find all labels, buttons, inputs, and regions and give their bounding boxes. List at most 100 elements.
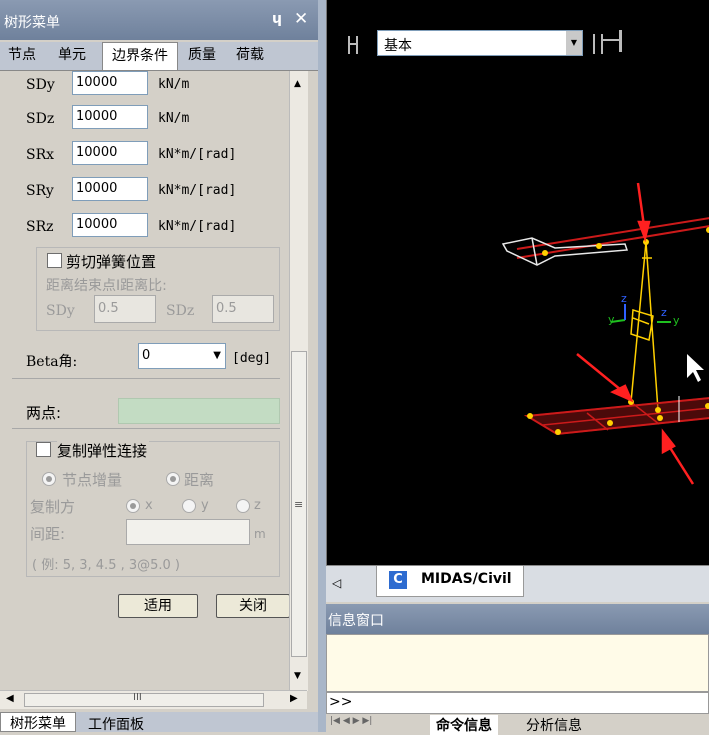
close-button[interactable]: 关闭 — [216, 594, 290, 618]
sdz-input[interactable]: 10000 — [72, 105, 148, 129]
distance-radio[interactable] — [166, 472, 180, 486]
sry-input[interactable]: 10000 — [72, 177, 148, 201]
svg-text:y: y — [608, 313, 615, 326]
vertical-scrollbar[interactable]: ▲ ≡ ▼ — [289, 71, 308, 691]
shear-sdz-input[interactable]: 0.5 — [212, 295, 274, 323]
annotation-arrows — [576, 182, 695, 485]
vertical-scroll-thumb[interactable]: ≡ — [291, 351, 307, 657]
dir-y-radio[interactable] — [182, 499, 196, 513]
tab-scroll-left-icon[interactable]: ◁ — [332, 576, 341, 590]
ratio-label: 距离结束点I距离比: — [46, 278, 167, 294]
view-mode-select[interactable]: 基本 ▼ — [377, 30, 583, 56]
direction-label: 复制方 — [30, 498, 76, 516]
tab-midas-civil-label: MIDAS/Civil — [421, 571, 512, 587]
scroll-right-icon[interactable]: ▶ — [290, 693, 298, 704]
beta-label: Beta角: — [26, 354, 78, 370]
chevron-down-icon[interactable]: ▼ — [566, 31, 582, 55]
tab-loads[interactable]: 荷载 — [236, 42, 264, 68]
close-icon[interactable]: ✕ — [294, 9, 308, 29]
model-canvas: y z y z — [348, 30, 709, 485]
shear-sdz-label: SDz — [166, 303, 195, 319]
dir-y-label: y — [201, 498, 209, 513]
srx-unit: kN*m/[rad] — [158, 147, 237, 162]
node-increment-label: 节点增量 — [62, 471, 123, 489]
command-input[interactable]: >> — [326, 692, 709, 714]
beta-value: 0 — [142, 348, 151, 363]
render-toolbar-icon — [348, 36, 358, 54]
pier — [630, 241, 659, 411]
apply-button[interactable]: 适用 — [118, 594, 198, 618]
message-output[interactable] — [326, 634, 709, 692]
node-increment-radio[interactable] — [42, 472, 56, 486]
tree-menu-title: 树形菜单 — [4, 15, 60, 31]
message-window-title: 信息窗口 — [328, 613, 384, 629]
pin-icon[interactable]: ɥ — [272, 11, 282, 27]
view-mode-value: 基本 — [384, 38, 412, 54]
shear-sdy-label: SDy — [46, 303, 75, 319]
model-view[interactable]: y z y z 基本 ▼ — [326, 0, 709, 565]
svg-text:y: y — [673, 314, 680, 327]
dir-z-radio[interactable] — [236, 499, 250, 513]
two-points-label: 两点: — [26, 404, 62, 422]
srz-unit: kN*m/[rad] — [158, 219, 237, 234]
lower-deck — [523, 397, 709, 436]
shear-spring-label: 剪切弹簧位置 — [66, 251, 159, 272]
tree-menu-titlebar: 树形菜单 ɥ ✕ — [0, 0, 318, 40]
tab-command-info[interactable]: 命令信息 — [430, 715, 498, 735]
chevron-down-icon[interactable]: ▼ — [213, 344, 221, 368]
command-prompt: >> — [329, 694, 353, 710]
sdy-input[interactable]: 10000 — [72, 71, 148, 95]
shear-spring-checkbox[interactable] — [47, 253, 62, 268]
spacing-input[interactable] — [126, 519, 250, 545]
tab-boundary-conditions[interactable]: 边界条件 — [102, 42, 178, 70]
srz-input[interactable]: 10000 — [72, 213, 148, 237]
tab-tree-menu[interactable]: 树形菜单 — [0, 712, 76, 732]
scroll-left-icon[interactable]: ◀ — [6, 693, 14, 704]
copy-elastic-link-label: 复制弹性连接 — [57, 440, 150, 461]
dir-z-label: z — [254, 498, 261, 513]
svg-text:z: z — [661, 306, 667, 319]
horizontal-scrollbar[interactable]: ◀ III ▶ — [0, 690, 307, 709]
dir-x-label: x — [145, 498, 153, 513]
midas-logo-icon: C — [389, 571, 407, 589]
spacing-example: ( 例: 5, 3, 4.5 , 3@5.0 ) — [32, 558, 181, 573]
tab-mass[interactable]: 质量 — [188, 42, 216, 68]
scroll-up-icon[interactable]: ▲ — [294, 79, 301, 89]
message-tabs: |◀ ◀ ▶ ▶| 命令信息 分析信息 — [326, 714, 709, 735]
two-points-field[interactable] — [118, 398, 280, 424]
tab-midas-civil[interactable]: C MIDAS/Civil — [376, 566, 524, 597]
distance-label: 距离 — [184, 471, 215, 489]
sdz-unit: kN/m — [158, 111, 190, 126]
boundary-panel: SDy 10000 kN/m SDz 10000 kN/m SRx 10000 … — [2, 71, 290, 691]
divider — [12, 378, 280, 379]
spring-label-sdy: SDy — [26, 77, 55, 93]
svg-text:z: z — [621, 292, 627, 305]
spacing-unit: m — [254, 527, 266, 541]
scroll-grip: ≡ — [294, 498, 304, 511]
tab-nav-icon[interactable]: |◀ ◀ ▶ ▶| — [330, 716, 372, 726]
tab-analysis-info[interactable]: 分析信息 — [526, 715, 582, 735]
shear-sdy-input[interactable]: 0.5 — [94, 295, 156, 323]
spring-label-srz: SRz — [26, 219, 54, 235]
sry-unit: kN*m/[rad] — [158, 183, 237, 198]
beta-select[interactable]: 0 ▼ — [138, 343, 226, 369]
sdy-unit: kN/m — [158, 77, 190, 92]
scroll-grip: III — [133, 692, 142, 703]
dir-x-radio[interactable] — [126, 499, 140, 513]
mouse-cursor-icon — [687, 354, 704, 382]
tab-nodes[interactable]: 节点 — [8, 42, 36, 68]
view-tabs: ◁ C MIDAS/Civil — [326, 565, 709, 602]
message-window-titlebar: 信息窗口 — [326, 604, 709, 634]
splitter[interactable] — [318, 0, 326, 732]
beta-unit: [deg] — [232, 351, 272, 366]
tab-elements[interactable]: 单元 — [58, 42, 86, 68]
spring-label-srx: SRx — [26, 147, 55, 163]
scroll-down-icon[interactable]: ▼ — [294, 671, 301, 681]
spring-label-sdz: SDz — [26, 111, 55, 127]
copy-elastic-link-checkbox[interactable] — [36, 442, 51, 457]
horizontal-scroll-thumb[interactable]: III — [24, 692, 264, 707]
axis-toolbar-icon — [593, 34, 619, 54]
tab-work-panel[interactable]: 工作面板 — [88, 714, 144, 734]
tree-menu-tabs: 节点 单元 边界条件 质量 荷载 — [0, 42, 318, 71]
srx-input[interactable]: 10000 — [72, 141, 148, 165]
